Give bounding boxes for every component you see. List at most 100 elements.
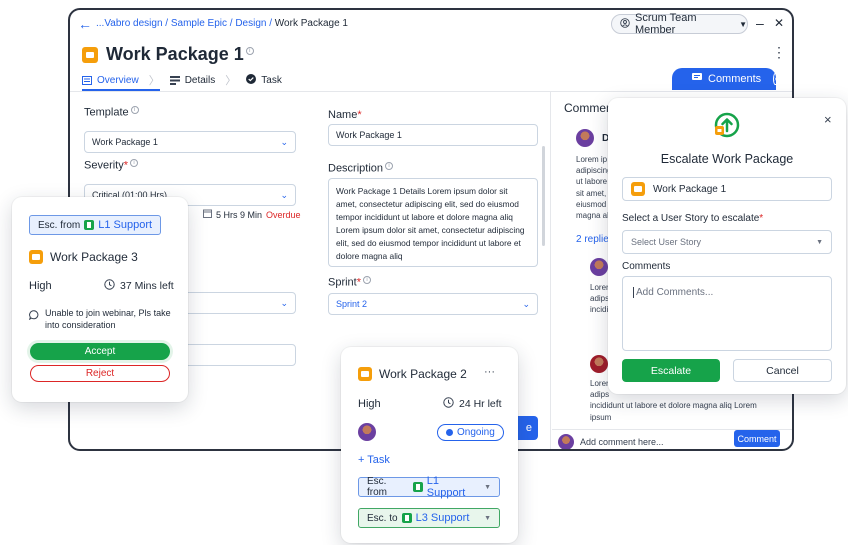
- comment-input[interactable]: Add comment here...: [580, 437, 664, 447]
- escalated-from-chip: Esc. from L1 Support: [29, 215, 162, 235]
- chevron-down-icon: ⌄: [280, 136, 288, 147]
- esc-to-prefix: Esc. to: [367, 512, 398, 524]
- comment-text: Lorem ip adipiscing ut labore sit amet, …: [576, 155, 612, 220]
- required-marker: *: [356, 276, 362, 289]
- tab-overview[interactable]: Overview: [82, 75, 139, 86]
- card-title[interactable]: Work Package 2: [379, 367, 467, 381]
- comment-submit-button[interactable]: Comment: [734, 430, 780, 447]
- breadcrumb[interactable]: ...Vabro design / Sample Epic / Design /…: [96, 18, 348, 29]
- comments-toggle-button[interactable]: Comments ›: [672, 68, 778, 90]
- escalate-button[interactable]: Escalate: [622, 359, 720, 382]
- pane-divider: [550, 92, 551, 449]
- reply-line: incididunt ut labore et dolore magna ali…: [590, 401, 757, 411]
- sprint-select[interactable]: Sprint 2 ⌄: [328, 293, 538, 315]
- esc-from-prefix: Esc. from: [38, 219, 81, 231]
- overview-icon: [82, 75, 92, 85]
- info-icon[interactable]: i: [363, 276, 372, 284]
- close-window-button[interactable]: ✕: [774, 16, 784, 30]
- name-label: Name*: [328, 109, 362, 121]
- severity-label-text: Severity: [84, 159, 124, 172]
- info-icon[interactable]: i: [130, 159, 139, 167]
- description-label-text: Description: [328, 162, 384, 175]
- user-story-select[interactable]: Select User Story ▼: [622, 230, 832, 254]
- escalate-modal: × Escalate Work Package Work Package 1 S…: [608, 98, 846, 394]
- tab-label: Task: [261, 74, 282, 86]
- template-select[interactable]: Work Package 1 ⌄: [84, 131, 296, 153]
- user-icon: [620, 17, 630, 31]
- chevron-down-icon: ⌄: [280, 189, 288, 200]
- role-label: Scrum Team Member: [635, 12, 697, 36]
- time-left: 37 Mins left: [104, 279, 174, 293]
- escalate-modal-title: Escalate Work Package: [660, 152, 794, 166]
- comments-textarea[interactable]: Add Comments...: [622, 276, 832, 351]
- priority-value: High: [358, 398, 381, 410]
- replies-link[interactable]: 2 replie: [576, 234, 609, 245]
- close-icon[interactable]: ×: [824, 112, 832, 127]
- esc-to-team[interactable]: L3 Support: [416, 512, 470, 524]
- description-textarea[interactable]: Work Package 1 Details Lorem ipsum dolor…: [328, 178, 538, 267]
- info-icon[interactable]: i: [245, 46, 254, 55]
- back-arrow-icon[interactable]: ←: [78, 16, 92, 32]
- esc-from-team[interactable]: L1 Support: [98, 219, 152, 231]
- package-field: Work Package 1: [622, 177, 832, 201]
- breadcrumb-path[interactable]: ...Vabro design / Sample Epic / Design /: [96, 18, 275, 29]
- status-badge[interactable]: Ongoing: [437, 424, 504, 441]
- info-icon[interactable]: i: [385, 162, 394, 170]
- info-icon[interactable]: i: [130, 106, 139, 114]
- time-left-value: 37 Mins left: [120, 280, 174, 292]
- add-task-button[interactable]: + Task: [358, 454, 390, 466]
- description-label: Description i: [328, 162, 394, 175]
- role-selector[interactable]: Scrum Team Member ▼: [611, 12, 748, 36]
- overdue-status: Overdue: [266, 209, 301, 220]
- comment-header: D: [576, 129, 609, 147]
- sprint-value: Sprint 2: [336, 299, 368, 309]
- tab-label: Details: [184, 74, 216, 86]
- comments-placeholder: Add Comments...: [633, 287, 714, 298]
- card-title[interactable]: Work Package 3: [50, 250, 138, 264]
- avatar: [590, 355, 608, 373]
- chevron-down-icon: ▼: [816, 238, 823, 246]
- time-remaining: 5 Hrs 9 Min Overdue: [203, 209, 301, 220]
- escalated-to-chip: Esc. to L3 Support ▼: [358, 508, 500, 528]
- comment-icon: [692, 73, 702, 85]
- form-scrollbar[interactable]: [542, 146, 545, 246]
- team-icon: [401, 513, 412, 523]
- clock-icon: [443, 397, 454, 411]
- esc-from-team[interactable]: L1 Support: [427, 475, 480, 499]
- tab-bar: Overview 〉 Details 〉 Task: [82, 72, 282, 88]
- chevron-right-icon: 〉: [225, 75, 237, 87]
- time-left-value: 24 Hr left: [459, 398, 502, 410]
- esc-from-prefix: Esc. from: [367, 476, 387, 498]
- more-options-button[interactable]: ···: [484, 366, 495, 378]
- avatar: [558, 433, 574, 449]
- comments-label: Comments: [622, 261, 671, 272]
- reply-line: ipsum: [590, 412, 612, 422]
- tab-task[interactable]: Task: [246, 73, 282, 87]
- work-package-icon: [82, 46, 98, 63]
- card-title-row: Work Package 3: [29, 250, 138, 264]
- team-icon: [412, 482, 423, 492]
- chevron-down-icon: ▼: [739, 19, 747, 29]
- minimize-button[interactable]: –: [756, 15, 764, 31]
- user-story-placeholder: Select User Story: [631, 237, 702, 247]
- chevron-right-icon: 〉: [148, 75, 160, 87]
- severity-label: Severity* i: [84, 159, 139, 172]
- team-icon: [84, 220, 95, 230]
- reject-button[interactable]: Reject: [30, 365, 170, 382]
- priority-value: High: [29, 280, 52, 292]
- comment-bubble-icon: [28, 310, 39, 331]
- cancel-button[interactable]: Cancel: [733, 359, 832, 382]
- accept-button[interactable]: Accept: [30, 343, 170, 360]
- chevron-right-icon: ›: [773, 73, 778, 85]
- work-package-icon: [29, 250, 43, 264]
- reply-avatar-2: [590, 355, 608, 376]
- chevron-down-icon[interactable]: ▼: [484, 515, 491, 522]
- time-left-value: 5 Hrs 9 Min: [216, 209, 263, 220]
- escalated-from-chip: Esc. from L1 Support ▼: [358, 475, 500, 499]
- tab-details[interactable]: Details: [169, 74, 216, 86]
- time-left: 24 Hr left: [443, 397, 502, 411]
- more-options-button[interactable]: ⋮: [772, 44, 786, 61]
- avatar: [576, 129, 594, 147]
- name-input[interactable]: Work Package 1: [328, 124, 538, 146]
- chevron-down-icon[interactable]: ▼: [484, 484, 491, 491]
